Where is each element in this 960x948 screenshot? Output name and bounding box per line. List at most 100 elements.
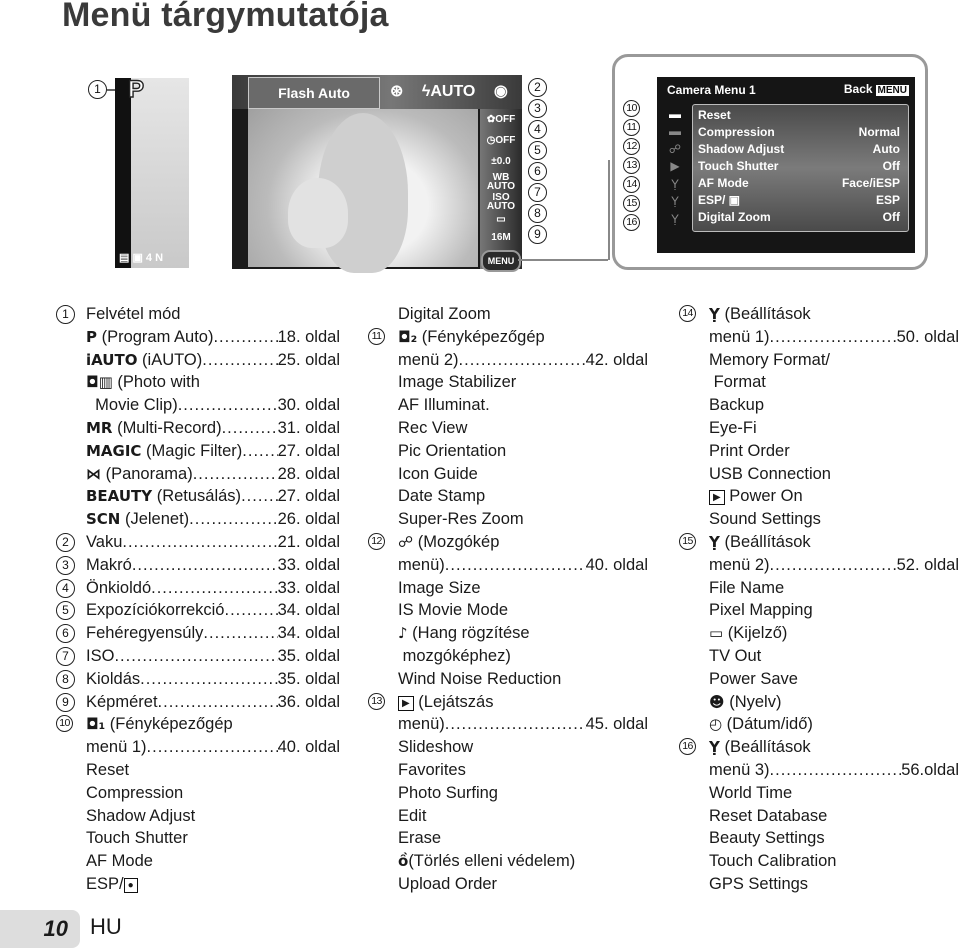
settings-1-icon[interactable]: Ỵ	[667, 177, 683, 191]
menu-header: Camera Menu 1	[667, 83, 756, 97]
entry-label: mozgóképhez)	[398, 646, 511, 665]
entry-label: Eye-Fi	[709, 418, 757, 437]
callout-number: 14	[679, 305, 696, 322]
entry-text: menü 1)	[86, 736, 147, 759]
entry-label: Fehéregyensúly	[86, 624, 204, 643]
settings-2-icon[interactable]: Ỵ	[667, 194, 683, 208]
callout-number: 11	[368, 327, 385, 345]
camera-2-icon[interactable]: ▬	[667, 124, 683, 138]
index-entry: Memory Format/	[709, 349, 959, 372]
menu-item-digital-zoom[interactable]: Digital Zoom Off	[698, 209, 900, 226]
back-label: Back	[843, 82, 873, 96]
menu-item-shadow-adjust[interactable]: Shadow Adjust Auto	[698, 141, 900, 158]
flash-auto-icon[interactable]: ϟAUTO	[422, 83, 476, 100]
entry-label: menü 1)	[709, 327, 770, 346]
entry-label: Format	[709, 373, 766, 392]
entry-text: BEAUTY (Retusálás)	[86, 485, 241, 508]
index-column-3: 14 Ỵ (Beállítások menü 1) 50. oldal Memory F…	[679, 303, 959, 896]
index-entry: Reset Database	[709, 805, 959, 828]
menu-item-touch-shutter[interactable]: Touch Shutter Off	[698, 158, 900, 175]
index-entry: IS Movie Mode	[398, 599, 648, 622]
entry-label: Upload Order	[398, 874, 498, 893]
entry-text: Felvétel mód	[86, 305, 180, 323]
entry-text: Favorites	[398, 761, 466, 779]
entry-label: AF Mode	[86, 852, 153, 871]
entry-label: Favorites	[398, 760, 466, 779]
white-balance-icon[interactable]: WB AUTO	[484, 173, 518, 192]
page-reference: 33. oldal	[277, 578, 340, 597]
index-entry: 1 Felvétel mód	[56, 303, 340, 326]
menu-item-label: Touch Shutter	[698, 159, 779, 173]
menu-button[interactable]: MENU	[481, 250, 521, 272]
camera-1-icon[interactable]: ▬	[667, 107, 683, 121]
movie-icon[interactable]: ☍	[667, 142, 683, 156]
entry-label: Felvétel mód	[86, 305, 181, 323]
page-reference: 40. oldal	[277, 738, 340, 757]
page-reference: 25. oldal	[277, 350, 340, 369]
iso-icon[interactable]: ISO AUTO	[484, 193, 518, 212]
index-entry: Beauty Settings	[709, 827, 959, 850]
entry-label: (Multi-Record)	[112, 418, 222, 437]
entry-text: menü 3)	[709, 759, 770, 782]
exposure-icon[interactable]: ±0.0	[484, 157, 518, 167]
index-entry: 16 Ỵ (Beállítások	[679, 736, 959, 759]
mode-icon: ồ	[398, 852, 409, 871]
image-size-icon[interactable]: 16M	[484, 233, 518, 243]
index-column-1: 1 Felvétel mód P (Program Auto) 18. oldal iA…	[56, 303, 340, 896]
drive-icon[interactable]: ▭	[484, 215, 518, 225]
entry-label: Slideshow	[398, 738, 474, 757]
red-eye-icon[interactable]: ◉	[494, 83, 508, 100]
playback-icon[interactable]: ▶	[667, 159, 683, 173]
leader-dots	[224, 599, 277, 622]
index-entry: MAGIC (Magic Filter) 27. oldal	[86, 440, 340, 463]
menu-item-reset[interactable]: Reset	[698, 107, 900, 124]
menu-item-compression[interactable]: Compression Normal	[698, 124, 900, 141]
index-entry: Icon Guide	[398, 463, 648, 486]
flash-off-icon[interactable]: ⊛	[390, 83, 403, 100]
entry-text: ☻ (Nyelv)	[709, 693, 781, 711]
entry-label: Super-Res Zoom	[398, 510, 524, 529]
entry-label: Reset Database	[709, 806, 828, 825]
page-reference: 27. oldal	[277, 441, 340, 460]
entry-text: ◘₂ (Fényképezőgép	[398, 328, 545, 346]
leader-dots	[189, 508, 277, 531]
entry-text: ▭ (Kijelző)	[709, 624, 787, 642]
menu-item-esp[interactable]: ESP/ ▣ ESP	[698, 192, 900, 209]
entry-text: ISO	[86, 645, 114, 668]
entry-text: Slideshow	[398, 738, 473, 756]
index-entry: Shadow Adjust	[86, 805, 340, 828]
entry-text: ◘₁ (Fényképezőgép	[86, 715, 233, 733]
entry-label: menü 2)	[709, 555, 770, 574]
entry-text: Beauty Settings	[709, 829, 825, 847]
leader-dots	[222, 417, 278, 440]
back-button[interactable]: Back MENU	[844, 82, 909, 96]
entry-text: Ỵ (Beállítások	[709, 305, 811, 323]
entry-label: Touch Shutter	[86, 829, 188, 848]
flash-options: ⊛ ϟAUTO ◉ ϟ	[390, 81, 549, 101]
page-reference: 18. oldal	[277, 327, 340, 346]
entry-text: Super-Res Zoom	[398, 510, 524, 528]
macro-icon[interactable]: ✿OFF	[484, 115, 518, 125]
index-entry: menü 3) 56.oldal	[709, 759, 959, 782]
mode-icon: ◘₂	[398, 327, 418, 346]
menu-item-af-mode[interactable]: AF Mode Face/iESP	[698, 175, 900, 192]
entry-label: USB Connection	[709, 464, 831, 483]
entry-text: mozgóképhez)	[398, 647, 511, 665]
callout-number: 13	[368, 692, 385, 710]
settings-3-icon[interactable]: Ỵ	[667, 212, 683, 226]
entry-label: (Beállítások	[719, 532, 811, 551]
menu-item-value: Off	[882, 159, 900, 173]
callout-12: 12	[623, 138, 640, 155]
camera-menu-screen: Camera Menu 1 Back MENU ▬ ▬ ☍ ▶ Ỵ Ỵ Ỵ Res…	[657, 77, 915, 253]
entry-label: Power On	[724, 487, 803, 506]
leader-dots	[242, 440, 277, 463]
self-timer-icon[interactable]: ◷OFF	[484, 136, 518, 146]
index-entry: menü 1) 50. oldal	[709, 326, 959, 349]
entry-text: Date Stamp	[398, 487, 485, 505]
leader-dots	[202, 349, 277, 372]
index-entry: Upload Order	[398, 873, 648, 896]
index-entry: File Name	[709, 577, 959, 600]
entry-text: Touch Shutter	[86, 829, 188, 847]
entry-text: Képméret	[86, 691, 158, 714]
callout-number: 16	[679, 738, 696, 756]
